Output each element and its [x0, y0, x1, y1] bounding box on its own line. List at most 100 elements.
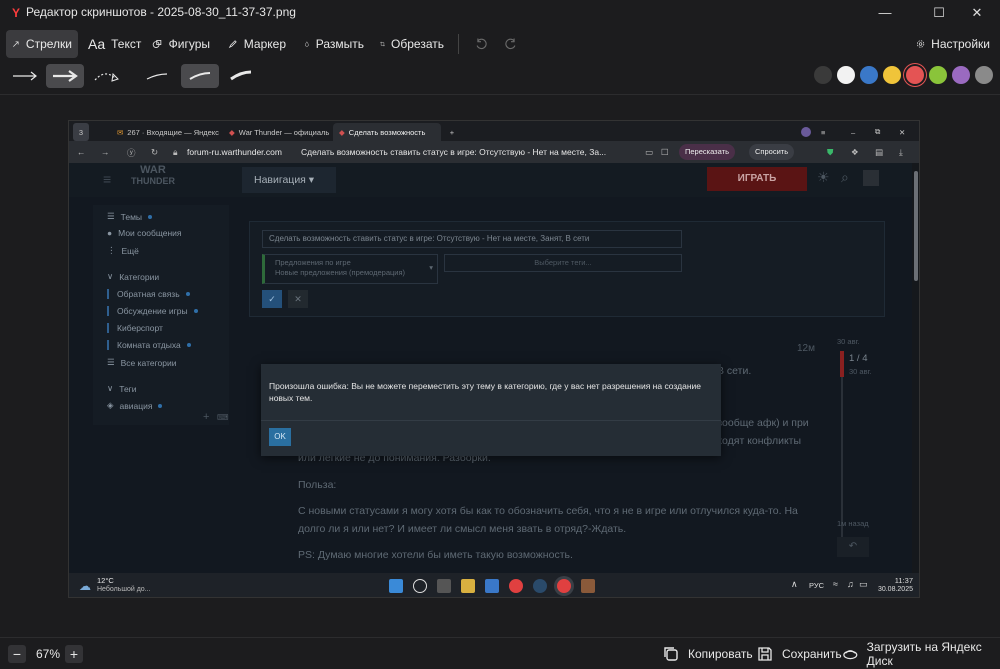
store-icon[interactable]	[485, 579, 499, 593]
collections-icon[interactable]: ▤	[875, 147, 883, 158]
reply-button[interactable]: ↶	[837, 537, 869, 557]
brush-medium-style[interactable]	[181, 64, 219, 88]
close-icon[interactable]: ✕	[954, 0, 1000, 26]
profile-icon[interactable]	[801, 123, 815, 141]
topic-title-input[interactable]: Сделать возможность ставить статус в игр…	[262, 230, 682, 248]
zoom-out-button[interactable]: −	[8, 645, 26, 663]
browser-close-icon[interactable]: ✕	[899, 123, 913, 141]
download-icon[interactable]: ⤓	[899, 147, 903, 158]
url-page-title[interactable]: Сделать возможность ставить статус в игр…	[301, 147, 641, 157]
color-swatch[interactable]	[814, 66, 832, 84]
confirm-edit-button[interactable]: ✓	[262, 290, 282, 308]
back-icon[interactable]: ←	[77, 147, 86, 157]
minimize-icon[interactable]: —	[862, 0, 908, 26]
text-tool-button[interactable]: Aa Текст	[82, 30, 142, 58]
brush-thick-style[interactable]	[222, 64, 260, 88]
reload-icon[interactable]: ↻	[151, 147, 158, 158]
warthunder-logo[interactable]: WAR THUNDER	[129, 165, 177, 187]
sidebar-item-lounge[interactable]: Комната отдыха	[107, 340, 191, 350]
color-swatch[interactable]	[929, 66, 947, 84]
color-swatch[interactable]	[975, 66, 993, 84]
ask-button[interactable]: Спросить	[749, 144, 795, 160]
clock-time[interactable]: 11:37	[875, 576, 913, 585]
clock-date[interactable]: 30.08.2025	[875, 586, 913, 593]
search-icon[interactable]: ⌕	[841, 169, 849, 186]
shapes-tool-button[interactable]: Фигуры	[146, 30, 216, 58]
sidebar-item-esport[interactable]: Киберспорт	[107, 323, 163, 333]
scrollbar-thumb[interactable]	[914, 171, 918, 281]
zoom-in-button[interactable]: +	[65, 645, 83, 663]
sidebar-item-discussion[interactable]: Обсуждение игры	[107, 306, 198, 316]
avatar[interactable]	[863, 170, 879, 186]
color-swatch[interactable]	[837, 66, 855, 84]
sidebar-section-categories[interactable]: ∨ Категории	[107, 271, 159, 282]
tags-input[interactable]: Выберите теги...	[444, 254, 682, 272]
yandex-browser-active-icon[interactable]	[557, 579, 571, 593]
browser-restore-icon[interactable]: ⧉	[875, 123, 889, 141]
sidebar-item-messages[interactable]: ● Мои сообщения	[107, 228, 182, 238]
volume-icon[interactable]: ♫	[847, 579, 854, 589]
redo-button[interactable]	[498, 30, 524, 58]
color-swatch[interactable]	[883, 66, 901, 84]
copy-button[interactable]: Копировать	[662, 644, 753, 664]
keyboard-icon[interactable]: ⌨	[217, 413, 229, 422]
new-tab-icon[interactable]: +	[445, 123, 459, 141]
theme-icon[interactable]: ☀	[817, 169, 830, 186]
bookmark-icon[interactable]: ☐	[661, 147, 669, 158]
tab-mail[interactable]: ✉ 267 · Входящие — Яндекс	[111, 123, 219, 141]
forward-icon[interactable]: →	[101, 147, 110, 157]
sidebar-item-topics[interactable]: ☰ Темы	[107, 211, 153, 222]
upload-yandex-disk-button[interactable]: Загрузить на Яндекс Диск	[842, 640, 1000, 668]
shield-icon[interactable]: ⛊	[827, 147, 833, 158]
tab-warthunder[interactable]: ◆ War Thunder — официаль	[223, 123, 329, 141]
wifi-icon[interactable]: ≈	[833, 579, 838, 589]
sidebar-item-all-categories[interactable]: ☰ Все категории	[107, 357, 176, 368]
task-view-icon[interactable]	[437, 579, 451, 593]
arrows-tool-button[interactable]: Стрелки	[6, 30, 78, 58]
tab-counter[interactable]: 3	[73, 123, 89, 141]
language-indicator[interactable]: РУС	[809, 581, 824, 590]
bookmarks-icon[interactable]: ≡	[821, 123, 835, 141]
crop-tool-button[interactable]: Обрезать	[374, 30, 450, 58]
browser-scrollbar[interactable]	[912, 163, 919, 573]
undo-button[interactable]	[468, 30, 494, 58]
reader-icon[interactable]: ▭	[645, 147, 653, 158]
category-select[interactable]: Предложения по игре Новые предложения (п…	[262, 254, 438, 284]
thin-arrow-style[interactable]	[6, 64, 44, 88]
browser-minimize-icon[interactable]: –	[851, 123, 865, 141]
sidebar-item-more[interactable]: ⋮ Ещё	[107, 245, 139, 256]
extensions-icon[interactable]: ❖	[851, 147, 859, 158]
sidebar-section-tags[interactable]: ∨ Теги	[107, 383, 137, 394]
bold-arrow-style[interactable]	[46, 64, 84, 88]
screenshot-image[interactable]: 3 ✉ 267 · Входящие — Яндекс ◆ War Thunde…	[68, 120, 920, 598]
sidebar-item-feedback[interactable]: Обратная связь	[107, 289, 190, 299]
sidebar-item-aviation[interactable]: ◈ авиация	[107, 400, 163, 411]
warthunder-app-icon[interactable]	[581, 579, 595, 593]
topic-timeline[interactable]: 30 авг. 1 / 4 30 авг. 1м назад ↶	[837, 337, 897, 567]
retell-button[interactable]: Пересказать	[679, 144, 735, 160]
add-icon[interactable]: +	[203, 411, 209, 423]
ok-button[interactable]: OK	[269, 428, 291, 446]
tray-chevron-icon[interactable]: ∧	[791, 579, 798, 590]
cancel-edit-button[interactable]: ✕	[288, 290, 308, 308]
save-button[interactable]: Сохранить	[756, 644, 842, 664]
search-icon[interactable]	[413, 579, 427, 593]
steam-icon[interactable]	[533, 579, 547, 593]
settings-button[interactable]: Настройки	[910, 30, 996, 58]
dotted-arrow-style[interactable]	[88, 64, 126, 88]
file-explorer-icon[interactable]	[461, 579, 475, 593]
url-domain[interactable]: forum-ru.warthunder.com	[187, 147, 282, 157]
hamburger-icon[interactable]: ≡	[103, 171, 111, 187]
color-swatch[interactable]	[952, 66, 970, 84]
timeline-handle[interactable]	[840, 351, 844, 377]
marker-tool-button[interactable]: Маркер	[222, 30, 292, 58]
yandex-icon[interactable]: ⓨ	[127, 147, 136, 159]
play-button[interactable]: ИГРАТЬ	[707, 167, 807, 191]
start-icon[interactable]	[389, 579, 403, 593]
yandex-browser-icon[interactable]	[509, 579, 523, 593]
blur-tool-button[interactable]: Размыть	[298, 30, 370, 58]
tab-current[interactable]: ◆ Сделать возможность	[333, 123, 441, 141]
color-swatch[interactable]	[860, 66, 878, 84]
color-swatch[interactable]	[906, 66, 924, 84]
navigation-dropdown[interactable]: Навигация ▾	[242, 167, 336, 193]
